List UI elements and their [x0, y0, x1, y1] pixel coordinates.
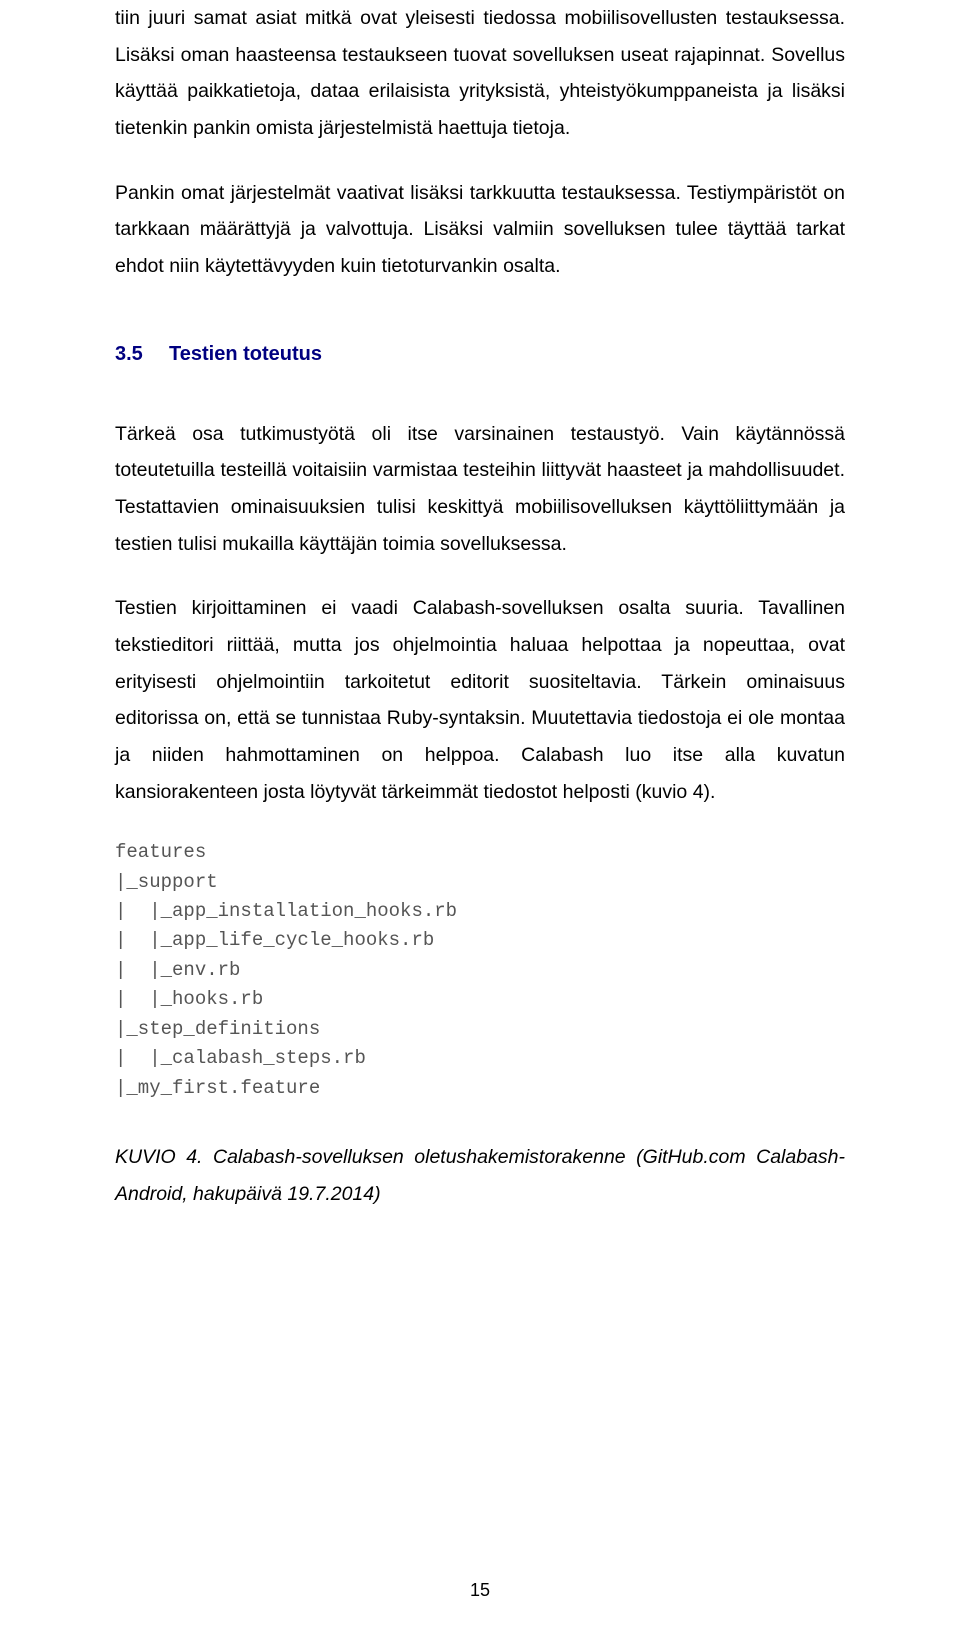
section-title: Testien toteutus — [169, 343, 322, 365]
section-number: 3.5 — [115, 343, 169, 366]
paragraph-3: Tärkeä osa tutkimustyötä oli itse varsin… — [115, 416, 845, 563]
paragraph-4: Testien kirjoittaminen ei vaadi Calabash… — [115, 590, 845, 810]
figure-caption-text: Calabash-sovelluksen oletushakemistorake… — [115, 1146, 845, 1205]
page-content: tiin juuri samat asiat mitkä ovat yleise… — [0, 0, 960, 1212]
figure-caption: KUVIO 4. Calabash-sovelluksen oletushake… — [115, 1139, 845, 1212]
paragraph-2: Pankin omat järjestelmät vaativat lisäks… — [115, 175, 845, 285]
directory-tree-code: features |_support | |_app_installation_… — [115, 838, 845, 1103]
paragraph-1: tiin juuri samat asiat mitkä ovat yleise… — [115, 0, 845, 147]
page-number: 15 — [0, 1580, 960, 1601]
section-heading: 3.5Testien toteutus — [115, 343, 845, 366]
figure-label: KUVIO 4. — [115, 1146, 202, 1168]
